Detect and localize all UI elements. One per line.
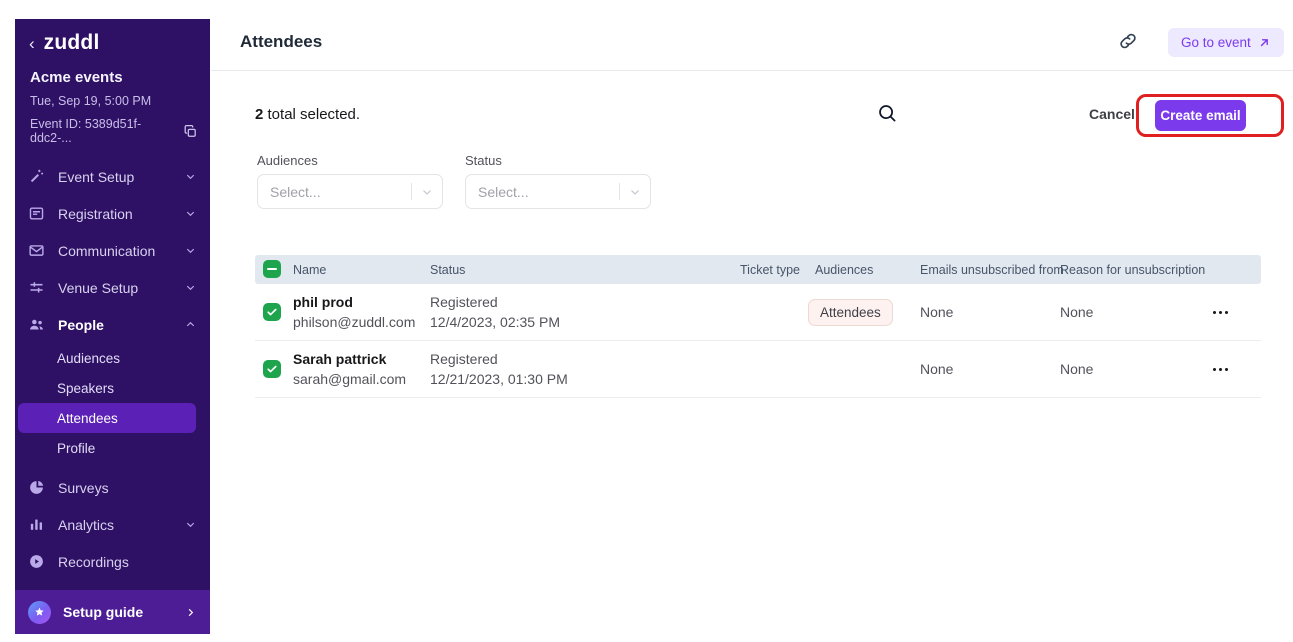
selection-summary: 2 total selected. bbox=[255, 106, 360, 123]
go-to-event-button[interactable]: Go to event bbox=[1168, 28, 1284, 57]
sidebar-item-label: Communication bbox=[58, 243, 185, 259]
attendee-name: Sarah pattrick bbox=[293, 351, 386, 367]
attendees-table: Name Status Ticket type Audiences Emails… bbox=[255, 255, 1261, 398]
attendee-status-date: 12/4/2023, 02:35 PM bbox=[430, 314, 560, 330]
chevron-down-icon bbox=[185, 171, 196, 182]
emails-unsubscribed-value: None bbox=[920, 361, 953, 377]
chevron-down-icon bbox=[185, 519, 196, 530]
sidebar-item-surveys[interactable]: Surveys bbox=[15, 469, 210, 506]
sidebar-item-audiences[interactable]: Audiences bbox=[15, 343, 210, 373]
reason-value: None bbox=[1060, 361, 1093, 377]
audiences-filter-select[interactable]: Select... bbox=[257, 174, 443, 209]
form-icon bbox=[28, 205, 45, 222]
sidebar-item-people[interactable]: People bbox=[15, 306, 210, 343]
sidebar-item-registration[interactable]: Registration bbox=[15, 195, 210, 232]
audiences-filter-label: Audiences bbox=[257, 153, 318, 168]
status-filter-select[interactable]: Select... bbox=[465, 174, 651, 209]
event-info: Acme events Tue, Sep 19, 5:00 PM Event I… bbox=[30, 69, 198, 145]
chevron-up-icon bbox=[185, 319, 196, 330]
sidebar-nav: Event Setup Registration Communication V… bbox=[15, 158, 210, 580]
sidebar-item-speakers[interactable]: Speakers bbox=[15, 373, 210, 403]
setup-guide-button[interactable]: Setup guide bbox=[15, 590, 210, 634]
chevron-right-icon bbox=[185, 607, 196, 618]
attendee-status-date: 12/21/2023, 01:30 PM bbox=[430, 371, 568, 387]
search-icon[interactable] bbox=[876, 102, 898, 124]
table-row: Sarah pattrick sarah@gmail.com Registere… bbox=[255, 341, 1261, 398]
star-icon bbox=[28, 601, 51, 624]
column-header-emails-unsubscribed: Emails unsubscribed from bbox=[920, 255, 1064, 284]
sidebar-item-analytics[interactable]: Analytics bbox=[15, 506, 210, 543]
header-divider bbox=[211, 70, 1293, 71]
row-checkbox[interactable] bbox=[263, 303, 281, 321]
sidebar: ‹ zuddl Acme events Tue, Sep 19, 5:00 PM… bbox=[15, 19, 210, 634]
zuddl-logo: zuddl bbox=[44, 31, 100, 55]
sidebar-item-communication[interactable]: Communication bbox=[15, 232, 210, 269]
pie-chart-icon bbox=[28, 479, 45, 496]
logo-row: ‹ zuddl bbox=[29, 31, 100, 55]
select-all-checkbox[interactable] bbox=[263, 260, 281, 278]
cancel-button[interactable]: Cancel bbox=[1089, 106, 1135, 122]
row-checkbox[interactable] bbox=[263, 360, 281, 378]
column-header-reason: Reason for unsubscription bbox=[1060, 255, 1205, 284]
column-header-ticket-type: Ticket type bbox=[740, 255, 800, 284]
column-header-name: Name bbox=[293, 255, 326, 284]
row-menu-icon[interactable] bbox=[1211, 366, 1230, 373]
sidebar-item-attendees[interactable]: Attendees bbox=[18, 403, 196, 433]
column-header-status: Status bbox=[430, 255, 465, 284]
sidebar-item-label: Surveys bbox=[58, 480, 196, 496]
sidebar-item-label: Registration bbox=[58, 206, 185, 222]
status-filter-label: Status bbox=[465, 153, 502, 168]
setup-guide-label: Setup guide bbox=[63, 604, 185, 620]
back-chevron-icon[interactable]: ‹ bbox=[29, 34, 35, 52]
external-arrow-icon bbox=[1258, 36, 1271, 49]
attendee-status: Registered bbox=[430, 351, 498, 367]
copy-icon[interactable] bbox=[183, 124, 198, 139]
people-icon bbox=[28, 316, 45, 333]
chevron-down-icon bbox=[185, 282, 196, 293]
sidebar-item-label: Recordings bbox=[58, 554, 196, 570]
go-to-event-label: Go to event bbox=[1181, 35, 1251, 50]
audiences-filter-placeholder: Select... bbox=[258, 184, 411, 200]
row-menu-icon[interactable] bbox=[1211, 309, 1230, 316]
play-circle-icon bbox=[28, 553, 45, 570]
emails-unsubscribed-value: None bbox=[920, 304, 953, 320]
sliders-icon bbox=[28, 279, 45, 296]
attendee-status: Registered bbox=[430, 294, 498, 310]
chevron-down-icon bbox=[412, 186, 442, 198]
sidebar-item-label: Event Setup bbox=[58, 169, 185, 185]
sidebar-item-venue-setup[interactable]: Venue Setup bbox=[15, 269, 210, 306]
chevron-down-icon bbox=[185, 245, 196, 256]
check-icon bbox=[266, 306, 278, 318]
sidebar-item-recordings[interactable]: Recordings bbox=[15, 543, 210, 580]
table-row: phil prod philson@zuddl.com Registered 1… bbox=[255, 284, 1261, 341]
table-header: Name Status Ticket type Audiences Emails… bbox=[255, 255, 1261, 284]
selected-label: total selected. bbox=[263, 106, 360, 123]
attendee-email: philson@zuddl.com bbox=[293, 314, 415, 330]
chevron-down-icon bbox=[185, 208, 196, 219]
sidebar-item-event-setup[interactable]: Event Setup bbox=[15, 158, 210, 195]
audience-chip[interactable]: Attendees bbox=[808, 299, 893, 326]
indeterminate-icon bbox=[267, 268, 277, 270]
sidebar-item-label: Venue Setup bbox=[58, 280, 185, 296]
wand-icon bbox=[28, 168, 45, 185]
event-id: Event ID: 5389d51f-ddc2-... bbox=[30, 117, 174, 145]
page-title: Attendees bbox=[240, 32, 322, 52]
link-icon[interactable] bbox=[1118, 31, 1138, 51]
bar-chart-icon bbox=[28, 516, 45, 533]
sidebar-item-label: Analytics bbox=[58, 517, 185, 533]
sidebar-item-label: People bbox=[58, 317, 185, 333]
attendee-email: sarah@gmail.com bbox=[293, 371, 406, 387]
check-icon bbox=[266, 363, 278, 375]
status-filter-placeholder: Select... bbox=[466, 184, 619, 200]
event-name: Acme events bbox=[30, 69, 198, 86]
create-email-button[interactable]: Create email bbox=[1155, 100, 1246, 131]
reason-value: None bbox=[1060, 304, 1093, 320]
sidebar-item-profile[interactable]: Profile bbox=[15, 433, 210, 463]
column-header-audiences: Audiences bbox=[815, 255, 873, 284]
mail-icon bbox=[28, 242, 45, 259]
event-datetime: Tue, Sep 19, 5:00 PM bbox=[30, 94, 198, 108]
chevron-down-icon bbox=[620, 186, 650, 198]
attendee-name: phil prod bbox=[293, 294, 353, 310]
